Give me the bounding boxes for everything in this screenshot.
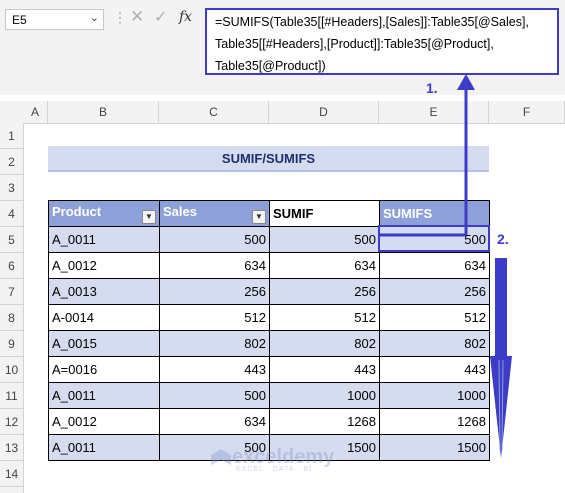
step1-label: 1. [426,80,438,96]
step2-label: 2. [497,231,509,247]
watermark-logo: exceldemy EXCEL · DATA · BI [210,446,334,473]
step1-arrow [379,74,475,237]
exceldemy-logo-icon [211,448,231,465]
step2-arrow [490,258,512,458]
annotation-overlay [379,74,512,458]
